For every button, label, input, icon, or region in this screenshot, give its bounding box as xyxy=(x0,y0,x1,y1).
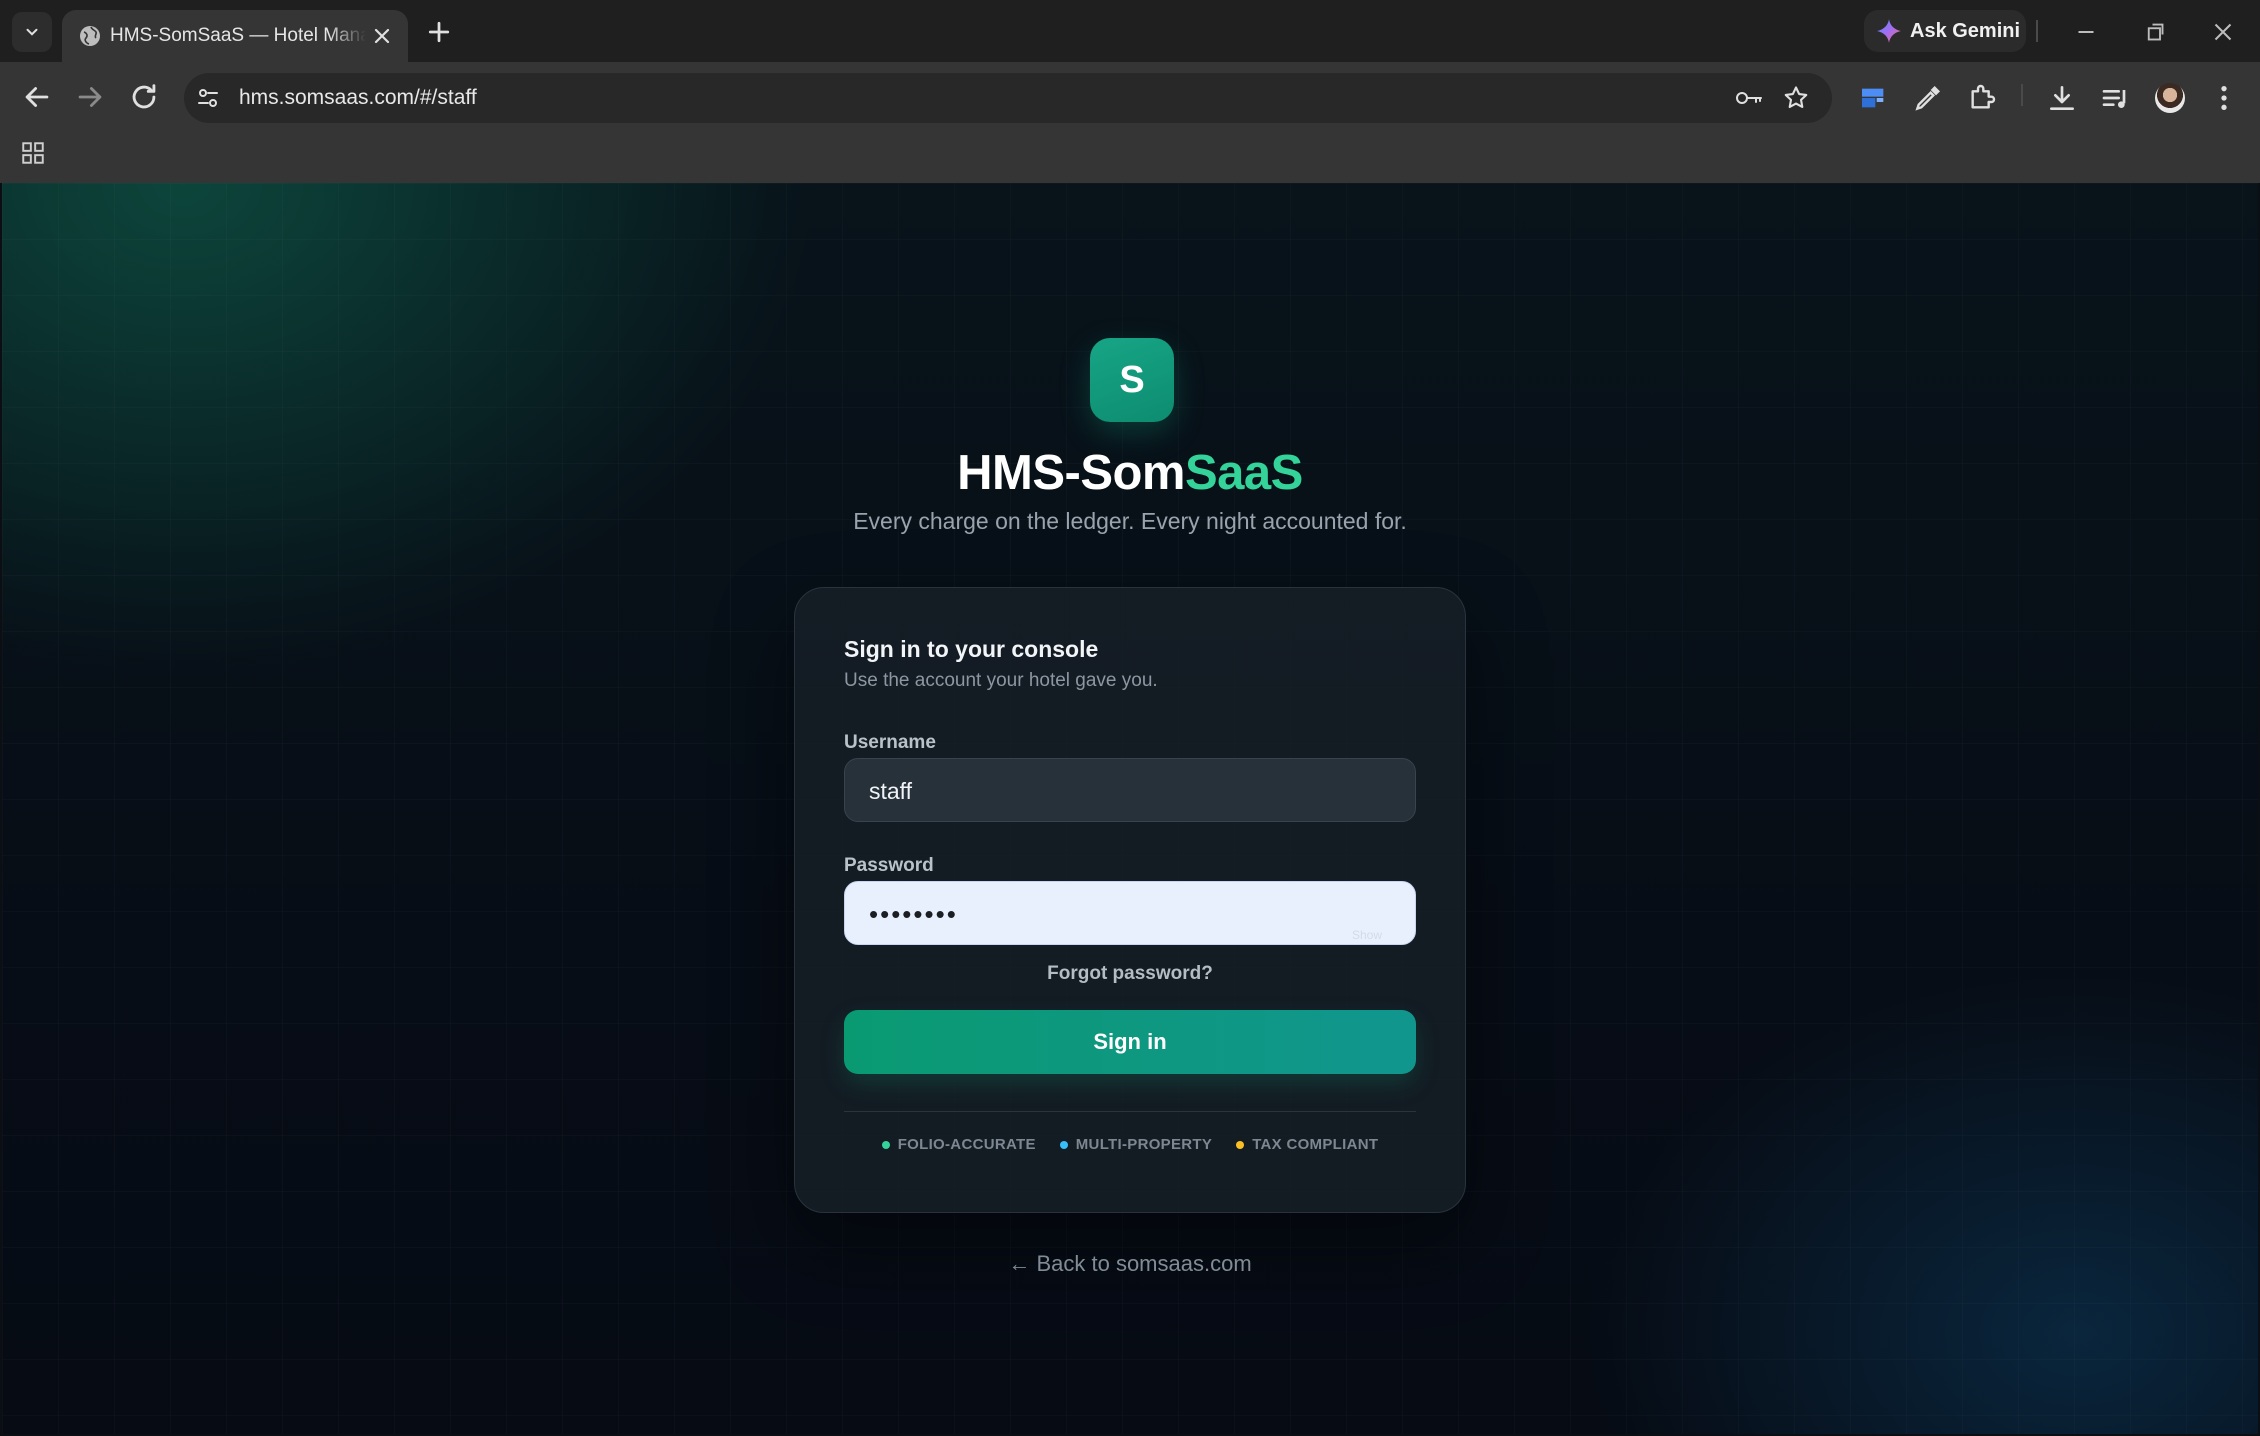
new-tab-icon[interactable] xyxy=(424,17,454,47)
badge-label: FOLIO-ACCURATE xyxy=(897,1136,1036,1153)
username-input[interactable]: staff xyxy=(844,758,1416,822)
login-page: S HMS-SomSaaS Every charge on the ledger… xyxy=(2,183,2258,1434)
separator xyxy=(2021,84,2023,106)
separator xyxy=(2036,20,2038,42)
badge-label: MULTI-PROPERTY xyxy=(1075,1136,1213,1153)
forgot-password-link[interactable]: Forgot password? xyxy=(795,963,1465,985)
brand-tagline: Every charge on the ledger. Every night … xyxy=(853,508,1407,534)
globe-icon xyxy=(80,26,100,46)
badge-multi-property: MULTI-PROPERTY xyxy=(1059,1136,1213,1153)
site-settings-icon[interactable] xyxy=(196,86,220,110)
extensions-puzzle-icon[interactable] xyxy=(1966,82,1998,114)
more-menu-icon[interactable] xyxy=(2208,82,2240,114)
back-arrow-icon[interactable] xyxy=(20,80,54,114)
show-password-toggle[interactable]: Show xyxy=(1352,928,1382,942)
browser-tab-active[interactable]: HMS-SomSaaS — Hotel Management xyxy=(62,10,408,62)
feature-badges: FOLIO-ACCURATE MULTI-PROPERTY TAX COMPLI… xyxy=(795,1136,1465,1153)
status-dot xyxy=(1236,1140,1245,1149)
reload-icon[interactable] xyxy=(127,80,161,114)
login-subheading: Use the account your hotel gave you. xyxy=(844,670,1158,691)
browser-chrome: HMS-SomSaaS — Hotel Management Ask Gemin… xyxy=(0,0,2260,183)
extension-flag-icon[interactable] xyxy=(1858,82,1890,114)
badge-tax-compliant: TAX COMPLIANT xyxy=(1236,1136,1378,1153)
minimize-icon[interactable] xyxy=(2071,17,2101,47)
brand-logo: S xyxy=(1090,338,1174,422)
back-to-site-label: ← Back to somsaas.com xyxy=(1008,1251,1252,1276)
badge-folio-accurate: FOLIO-ACCURATE xyxy=(881,1136,1036,1153)
address-bar[interactable]: hms.somsaas.com/#/staff xyxy=(184,73,1832,123)
close-window-icon[interactable] xyxy=(2208,17,2238,47)
forward-arrow-icon[interactable] xyxy=(73,80,107,114)
bookmarks-bar xyxy=(0,132,2260,183)
bookmark-star-icon[interactable] xyxy=(1782,84,1810,112)
gemini-sparkle-icon xyxy=(1877,19,1901,43)
chevron-down-icon xyxy=(26,28,38,36)
login-heading: Sign in to your console xyxy=(844,636,1099,662)
brand-name-accent: SaaS xyxy=(1185,446,1303,500)
password-label: Password xyxy=(844,855,934,876)
status-dot xyxy=(881,1140,890,1149)
card-divider xyxy=(844,1111,1416,1112)
back-to-site-link[interactable]: ← Back to somsaas.com xyxy=(2,1251,2258,1277)
logo-letter: S xyxy=(1119,358,1145,401)
status-dot xyxy=(1059,1140,1068,1149)
sign-in-button[interactable]: Sign in xyxy=(844,1010,1416,1074)
tab-strip: HMS-SomSaaS — Hotel Management Ask Gemin… xyxy=(0,0,2260,62)
color-picker-icon[interactable] xyxy=(1912,82,1944,114)
username-label: Username xyxy=(844,732,936,753)
login-card: Sign in to your console Use the account … xyxy=(794,587,1466,1213)
restore-icon[interactable] xyxy=(2140,17,2170,47)
media-controls-icon[interactable] xyxy=(2100,82,2132,114)
tab-title: HMS-SomSaaS — Hotel Management xyxy=(110,25,366,46)
close-tab-icon[interactable] xyxy=(370,24,394,48)
forgot-password-label: Forgot password? xyxy=(1047,963,1213,984)
ask-gemini-button[interactable]: Ask Gemini xyxy=(1864,10,2026,52)
tab-search-button[interactable] xyxy=(12,12,52,52)
badge-label: TAX COMPLIANT xyxy=(1252,1136,1379,1153)
browser-toolbar: hms.somsaas.com/#/staff xyxy=(0,62,2260,132)
profile-avatar[interactable] xyxy=(2155,83,2185,113)
password-key-icon[interactable] xyxy=(1734,85,1764,111)
download-icon[interactable] xyxy=(2046,82,2078,114)
ask-gemini-label: Ask Gemini xyxy=(1910,19,2021,42)
url-text: hms.somsaas.com/#/staff xyxy=(239,86,477,109)
apps-grid-icon[interactable] xyxy=(20,140,46,166)
password-input[interactable]: •••••••• xyxy=(844,881,1416,945)
brand-name: HMS-SomSaaS xyxy=(2,445,2258,501)
brand-name-primary: HMS-Som xyxy=(957,446,1185,500)
